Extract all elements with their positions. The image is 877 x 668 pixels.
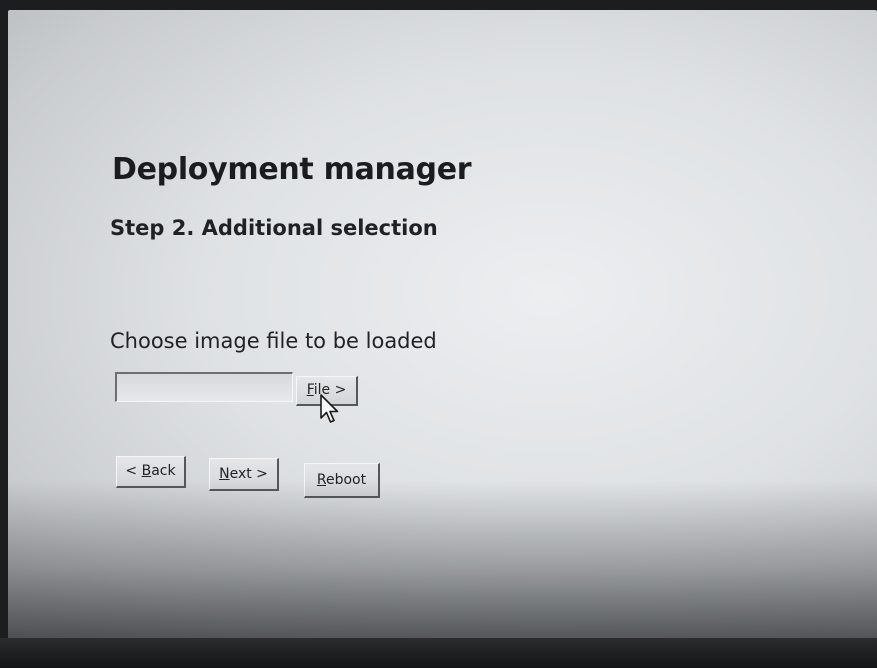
reboot-button-mnemonic: R xyxy=(316,472,326,488)
screen-vignette xyxy=(8,480,877,640)
next-button[interactable]: Next > xyxy=(209,458,279,491)
back-button-prefix: < xyxy=(125,463,142,479)
monitor-screen: Deployment manager Step 2. Additional se… xyxy=(8,10,877,640)
reboot-button[interactable]: Reboot xyxy=(304,463,380,498)
monitor-bezel xyxy=(0,638,877,668)
mouse-pointer-icon xyxy=(320,394,339,423)
page-title: Deployment manager xyxy=(112,152,472,187)
back-button-mnemonic: B xyxy=(141,463,152,479)
next-button-label: ext > xyxy=(229,466,268,482)
reboot-button-label: eboot xyxy=(325,472,367,488)
back-button-label: ack xyxy=(151,463,176,479)
step-subtitle: Step 2. Additional selection xyxy=(110,216,438,240)
back-button[interactable]: < Back xyxy=(116,456,186,488)
image-file-path-field[interactable] xyxy=(115,372,293,402)
file-button-mnemonic: F xyxy=(306,382,314,398)
file-prompt-label: Choose image file to be loaded xyxy=(110,329,437,353)
next-button-mnemonic: N xyxy=(219,466,230,482)
